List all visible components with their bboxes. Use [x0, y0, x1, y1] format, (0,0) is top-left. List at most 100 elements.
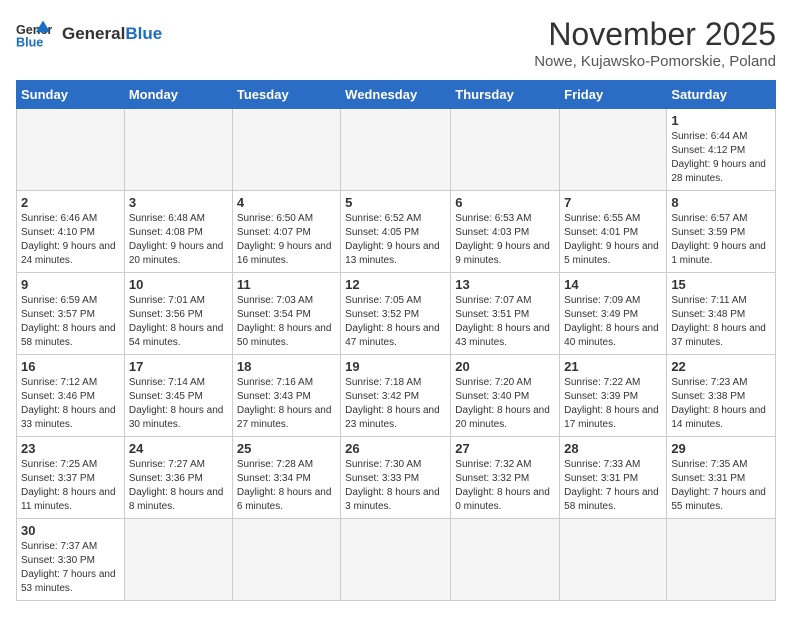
page-header: General Blue GeneralBlue November 2025 N…	[16, 16, 776, 70]
weekday-header-thursday: Thursday	[451, 81, 560, 109]
calendar-cell	[341, 109, 451, 191]
day-info: Sunrise: 6:46 AM Sunset: 4:10 PM Dayligh…	[21, 212, 120, 268]
calendar-cell	[667, 519, 776, 601]
day-info: Sunrise: 7:09 AM Sunset: 3:49 PM Dayligh…	[564, 294, 662, 350]
calendar-cell: 3 Sunrise: 6:48 AM Sunset: 4:08 PM Daylig…	[124, 191, 232, 273]
day-number: 30	[21, 523, 120, 538]
location-title: Nowe, Kujawsko-Pomorskie, Poland	[534, 53, 776, 70]
week-row-4: 16 Sunrise: 7:12 AM Sunset: 3:46 PM Dayli…	[17, 355, 776, 437]
calendar-cell: 11Sunrise: 7:03 AM Sunset: 3:54 PM Dayli…	[232, 273, 340, 355]
day-info: Sunrise: 7:03 AM Sunset: 3:54 PM Dayligh…	[237, 294, 336, 350]
day-info: Sunrise: 7:32 AM Sunset: 3:32 PM Dayligh…	[455, 458, 555, 514]
calendar-cell	[124, 109, 232, 191]
day-info: Sunrise: 7:33 AM Sunset: 3:31 PM Dayligh…	[564, 458, 662, 514]
month-title: November 2025	[534, 16, 776, 53]
day-info: Sunrise: 7:25 AM Sunset: 3:37 PM Dayligh…	[21, 458, 120, 514]
day-info: Sunrise: 6:44 AM Sunset: 4:12 PM Dayligh…	[671, 130, 771, 186]
day-number: 16	[21, 359, 120, 374]
day-info: Sunrise: 7:12 AM Sunset: 3:46 PM Dayligh…	[21, 376, 120, 432]
calendar-cell: 25 Sunrise: 7:28 AM Sunset: 3:34 PM Dayli…	[232, 437, 340, 519]
day-number: 14	[564, 277, 662, 292]
day-number: 20	[455, 359, 555, 374]
calendar-cell	[560, 109, 667, 191]
day-info: Sunrise: 6:48 AM Sunset: 4:08 PM Dayligh…	[129, 212, 228, 268]
calendar-cell	[17, 109, 125, 191]
day-number: 8	[671, 195, 771, 210]
calendar-cell: 21Sunrise: 7:22 AM Sunset: 3:39 PM Dayli…	[560, 355, 667, 437]
calendar-cell: 17Sunrise: 7:14 AM Sunset: 3:45 PM Dayli…	[124, 355, 232, 437]
day-info: Sunrise: 6:59 AM Sunset: 3:57 PM Dayligh…	[21, 294, 120, 350]
day-number: 21	[564, 359, 662, 374]
calendar-cell: 19 Sunrise: 7:18 AM Sunset: 3:42 PM Dayli…	[341, 355, 451, 437]
calendar-cell: 5Sunrise: 6:52 AM Sunset: 4:05 PM Daylig…	[341, 191, 451, 273]
day-number: 6	[455, 195, 555, 210]
day-number: 3	[129, 195, 228, 210]
calendar-cell: 14 Sunrise: 7:09 AM Sunset: 3:49 PM Dayli…	[560, 273, 667, 355]
calendar-cell: 12Sunrise: 7:05 AM Sunset: 3:52 PM Dayli…	[341, 273, 451, 355]
calendar-cell: 9 Sunrise: 6:59 AM Sunset: 3:57 PM Daylig…	[17, 273, 125, 355]
day-number: 28	[564, 441, 662, 456]
calendar-cell: 4 Sunrise: 6:50 AM Sunset: 4:07 PM Daylig…	[232, 191, 340, 273]
week-row-2: 2 Sunrise: 6:46 AM Sunset: 4:10 PM Daylig…	[17, 191, 776, 273]
calendar-cell	[341, 519, 451, 601]
calendar-table: SundayMondayTuesdayWednesdayThursdayFrid…	[16, 80, 776, 601]
weekday-header-wednesday: Wednesday	[341, 81, 451, 109]
day-number: 26	[345, 441, 446, 456]
day-info: Sunrise: 7:01 AM Sunset: 3:56 PM Dayligh…	[129, 294, 228, 350]
calendar-cell: 15Sunrise: 7:11 AM Sunset: 3:48 PM Dayli…	[667, 273, 776, 355]
day-info: Sunrise: 7:05 AM Sunset: 3:52 PM Dayligh…	[345, 294, 446, 350]
day-info: Sunrise: 7:07 AM Sunset: 3:51 PM Dayligh…	[455, 294, 555, 350]
weekday-header-sunday: Sunday	[17, 81, 125, 109]
day-info: Sunrise: 7:16 AM Sunset: 3:43 PM Dayligh…	[237, 376, 336, 432]
day-info: Sunrise: 6:55 AM Sunset: 4:01 PM Dayligh…	[564, 212, 662, 268]
day-number: 9	[21, 277, 120, 292]
day-number: 27	[455, 441, 555, 456]
calendar-cell: 24 Sunrise: 7:27 AM Sunset: 3:36 PM Dayli…	[124, 437, 232, 519]
calendar-cell: 23Sunrise: 7:25 AM Sunset: 3:37 PM Dayli…	[17, 437, 125, 519]
day-info: Sunrise: 7:30 AM Sunset: 3:33 PM Dayligh…	[345, 458, 446, 514]
calendar-cell	[451, 519, 560, 601]
calendar-cell	[451, 109, 560, 191]
week-row-6: 30 Sunrise: 7:37 AM Sunset: 3:30 PM Dayli…	[17, 519, 776, 601]
day-info: Sunrise: 7:20 AM Sunset: 3:40 PM Dayligh…	[455, 376, 555, 432]
day-info: Sunrise: 7:27 AM Sunset: 3:36 PM Dayligh…	[129, 458, 228, 514]
weekday-header-monday: Monday	[124, 81, 232, 109]
day-number: 22	[671, 359, 771, 374]
day-info: Sunrise: 7:14 AM Sunset: 3:45 PM Dayligh…	[129, 376, 228, 432]
calendar-cell: 30 Sunrise: 7:37 AM Sunset: 3:30 PM Dayli…	[17, 519, 125, 601]
calendar-cell	[560, 519, 667, 601]
logo: General Blue GeneralBlue	[16, 16, 162, 52]
day-number: 19	[345, 359, 446, 374]
calendar-cell: 6 Sunrise: 6:53 AM Sunset: 4:03 PM Daylig…	[451, 191, 560, 273]
day-info: Sunrise: 7:37 AM Sunset: 3:30 PM Dayligh…	[21, 540, 120, 596]
day-number: 24	[129, 441, 228, 456]
day-number: 7	[564, 195, 662, 210]
calendar-cell: 8 Sunrise: 6:57 AM Sunset: 3:59 PM Daylig…	[667, 191, 776, 273]
day-info: Sunrise: 6:50 AM Sunset: 4:07 PM Dayligh…	[237, 212, 336, 268]
day-number: 2	[21, 195, 120, 210]
calendar-cell: 26 Sunrise: 7:30 AM Sunset: 3:33 PM Dayli…	[341, 437, 451, 519]
day-info: Sunrise: 7:35 AM Sunset: 3:31 PM Dayligh…	[671, 458, 771, 514]
day-number: 10	[129, 277, 228, 292]
calendar-cell: 7 Sunrise: 6:55 AM Sunset: 4:01 PM Daylig…	[560, 191, 667, 273]
calendar-cell: 13 Sunrise: 7:07 AM Sunset: 3:51 PM Dayli…	[451, 273, 560, 355]
calendar-cell: 27 Sunrise: 7:32 AM Sunset: 3:32 PM Dayli…	[451, 437, 560, 519]
calendar-cell: 29Sunrise: 7:35 AM Sunset: 3:31 PM Dayli…	[667, 437, 776, 519]
weekday-header-tuesday: Tuesday	[232, 81, 340, 109]
day-info: Sunrise: 6:53 AM Sunset: 4:03 PM Dayligh…	[455, 212, 555, 268]
day-number: 13	[455, 277, 555, 292]
day-info: Sunrise: 6:52 AM Sunset: 4:05 PM Dayligh…	[345, 212, 446, 268]
week-row-5: 23Sunrise: 7:25 AM Sunset: 3:37 PM Dayli…	[17, 437, 776, 519]
calendar-cell	[232, 109, 340, 191]
day-info: Sunrise: 7:23 AM Sunset: 3:38 PM Dayligh…	[671, 376, 771, 432]
day-info: Sunrise: 6:57 AM Sunset: 3:59 PM Dayligh…	[671, 212, 771, 268]
day-info: Sunrise: 7:18 AM Sunset: 3:42 PM Dayligh…	[345, 376, 446, 432]
weekday-header-saturday: Saturday	[667, 81, 776, 109]
day-number: 15	[671, 277, 771, 292]
weekday-header-friday: Friday	[560, 81, 667, 109]
svg-text:Blue: Blue	[16, 36, 43, 50]
day-info: Sunrise: 7:28 AM Sunset: 3:34 PM Dayligh…	[237, 458, 336, 514]
calendar-cell: 28 Sunrise: 7:33 AM Sunset: 3:31 PM Dayli…	[560, 437, 667, 519]
day-number: 4	[237, 195, 336, 210]
day-number: 25	[237, 441, 336, 456]
